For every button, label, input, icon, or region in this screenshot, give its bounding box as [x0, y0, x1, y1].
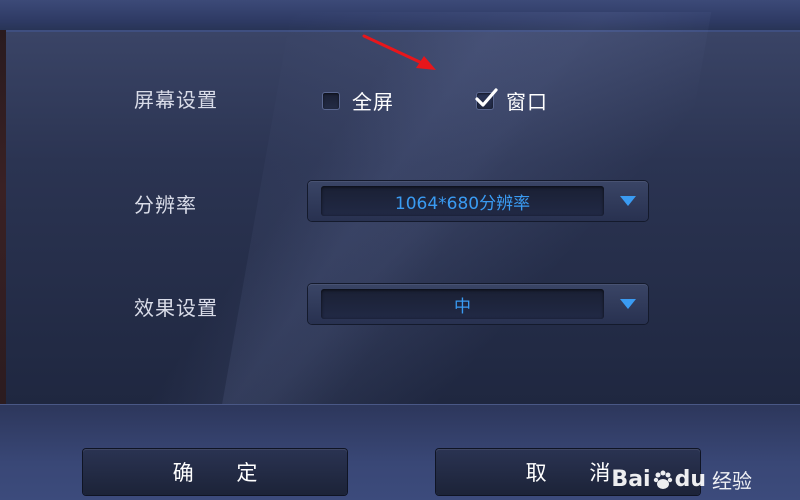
screen-setting-label: 屏幕设置: [134, 88, 218, 112]
watermark-jingyan: 经验: [712, 469, 752, 493]
fullscreen-checkbox[interactable]: [322, 91, 340, 110]
confirm-button[interactable]: 确 定: [83, 449, 347, 495]
chevron-down-icon[interactable]: [616, 189, 640, 213]
resolution-label: 分辨率: [134, 193, 197, 217]
game-settings-screen: 屏幕设置 全屏 窗口 分辨率 1064*680分辨率 效果设置 中 确 定 取 …: [0, 0, 800, 500]
effects-dropdown[interactable]: 中: [308, 284, 648, 324]
watermark-bai: Bai: [611, 467, 651, 492]
windowed-label: 窗口: [506, 90, 548, 114]
annotation-arrow-icon: [362, 34, 436, 70]
windowed-option[interactable]: 窗口: [475, 86, 548, 115]
fullscreen-option[interactable]: 全屏: [322, 86, 394, 115]
resolution-dropdown[interactable]: 1064*680分辨率: [308, 181, 648, 221]
effects-label: 效果设置: [134, 296, 218, 320]
chevron-down-icon[interactable]: [616, 292, 640, 316]
paw-icon: [653, 470, 672, 489]
check-icon: [475, 87, 498, 107]
watermark-du: du: [674, 467, 706, 492]
resolution-value: 1064*680分辨率: [321, 186, 604, 216]
effects-value: 中: [321, 289, 604, 319]
windowed-checkbox[interactable]: [475, 87, 498, 110]
settings-panel: 屏幕设置 全屏 窗口 分辨率 1064*680分辨率 效果设置 中: [6, 12, 800, 412]
baidu-jingyan-watermark: Bai du 经验: [611, 465, 752, 494]
top-strip: [0, 0, 800, 32]
fullscreen-label: 全屏: [352, 90, 394, 114]
